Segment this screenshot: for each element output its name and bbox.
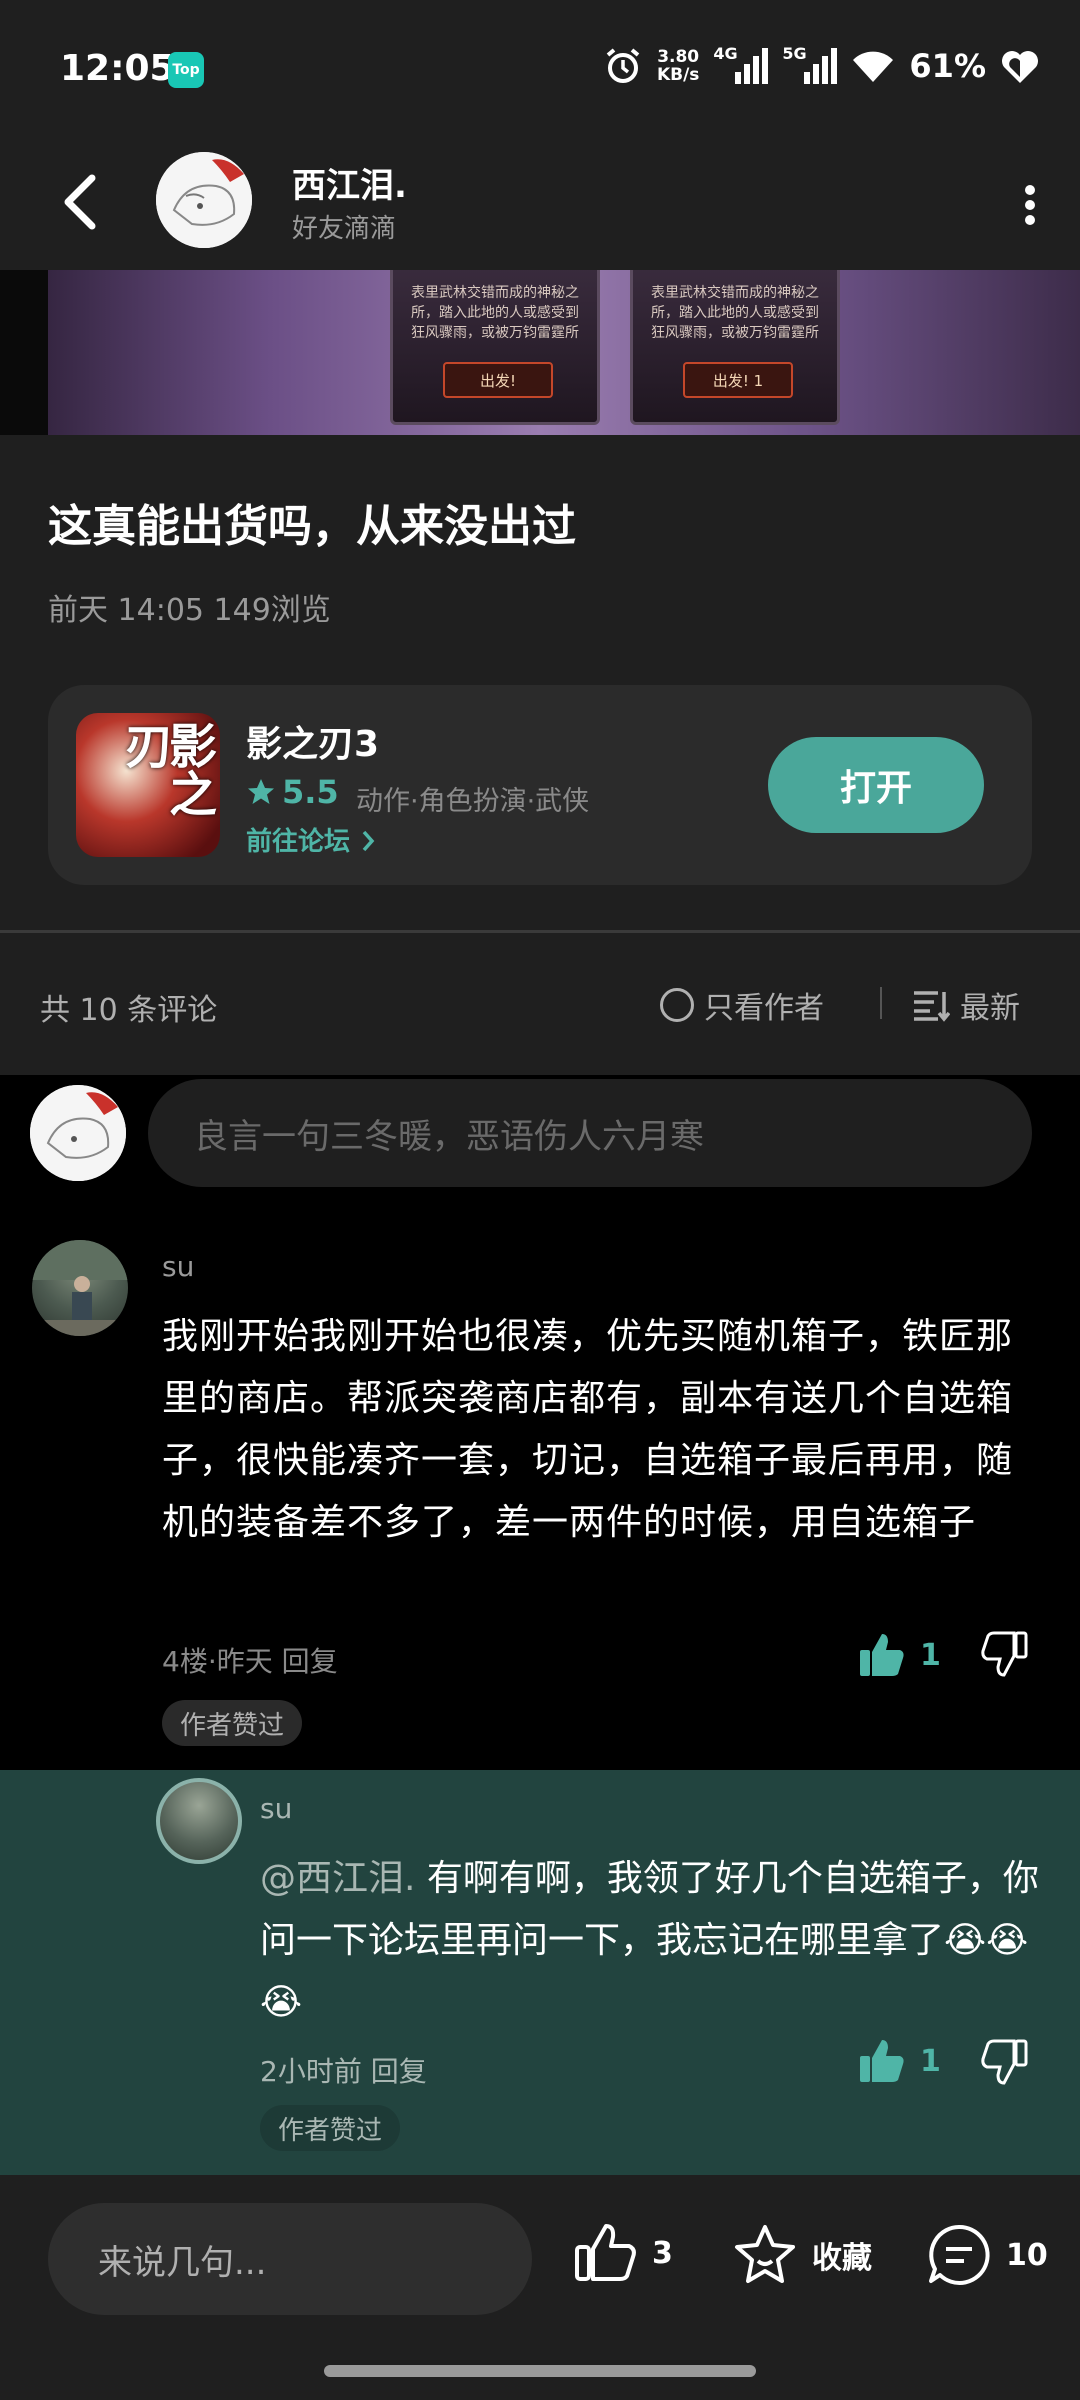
reply-mention[interactable]: @西江泪. — [260, 1858, 415, 1899]
post-like-button[interactable]: 3 — [574, 2223, 673, 2283]
forum-link[interactable]: 前往论坛 — [246, 821, 377, 858]
thumbs-down-icon[interactable] — [980, 2038, 1028, 2086]
image-card-1: 表里武林交错而成的神秘之所，踏入此地的人或感受到狂风骤雨，或被万钧雷霆所 出发! — [390, 270, 600, 425]
post-meta: 前天 14:05 149浏览 — [48, 593, 331, 628]
open-game-button[interactable]: 打开 — [768, 737, 984, 833]
comment-text: 我刚开始我刚开始也很凑，优先买随机箱子，铁匠那里的商店。帮派突袭商店都有，副本有… — [162, 1316, 1014, 1543]
game-tags: 动作·角色扮演·武侠 — [356, 786, 590, 817]
reply-like-count: 1 — [920, 2043, 941, 2079]
separator — [880, 987, 882, 1019]
home-indicator[interactable] — [324, 2365, 756, 2377]
author-liked-badge: 作者赞过 — [162, 1700, 303, 1746]
comment-bubble-icon — [929, 2224, 990, 2285]
radio-icon — [660, 988, 694, 1022]
reply-text: @西江泪. 有啊有啊，我领了好几个自选箱子，你问一下论坛里再问一下，我忘记在哪里… — [260, 1848, 1040, 2034]
comments-header: 共 10 条评论 只看作者 最新 — [0, 933, 1080, 1075]
post-like-count: 3 — [652, 2235, 673, 2271]
signal-4g-label: 4G — [713, 44, 738, 63]
comments-button[interactable]: 10 — [926, 2223, 1048, 2287]
favorite-label: 收藏 — [812, 2241, 872, 2276]
card-2-text: 表里武林交错而成的神秘之所，踏入此地的人或感受到狂风骤雨，或被万钧雷霆所 — [651, 285, 819, 341]
like-count: 1 — [920, 1637, 941, 1673]
comment-input[interactable]: 良言一句三冬暖，恶语伤人六月寒 — [148, 1079, 1032, 1187]
chevron-right-icon — [362, 830, 375, 852]
alarm-icon — [606, 48, 640, 83]
only-author-label: 只看作者 — [704, 991, 824, 1026]
cat-avatar-icon — [156, 152, 252, 248]
sort-label: 最新 — [960, 991, 1020, 1026]
thumbs-up-icon — [860, 1634, 904, 1676]
cat-avatar-icon — [30, 1085, 126, 1181]
comment-count: 共 10 条评论 — [40, 993, 218, 1028]
back-arrow-icon[interactable] — [56, 172, 106, 232]
game-rating-value: 5.5 — [282, 773, 339, 811]
battery-percent: 61% — [909, 47, 986, 85]
post-content: 这真能出货吗，从来没出过 前天 14:05 149浏览 影之刃 影之刃3 5.5… — [0, 435, 1080, 930]
post-image[interactable]: 表里武林交错而成的神秘之所，踏入此地的人或感受到狂风骤雨，或被万钧雷霆所 出发!… — [0, 270, 1080, 435]
game-card[interactable]: 影之刃 影之刃3 5.5 动作·角色扮演·武侠 前往论坛 打开 — [48, 685, 1032, 885]
say-something-input[interactable]: 来说几句... — [48, 2203, 532, 2315]
image-card-2: 表里武林交错而成的神秘之所，踏入此地的人或感受到狂风骤雨，或被万钧雷霆所 出发!… — [630, 270, 840, 425]
sort-icon — [914, 991, 950, 1022]
comment-like-button[interactable]: 1 — [858, 1632, 941, 1678]
speed-value: 3.80 — [657, 47, 700, 67]
thumbs-down-icon[interactable] — [980, 1630, 1028, 1678]
thumbs-up-icon — [860, 2040, 904, 2082]
sort-button[interactable]: 最新 — [912, 983, 1020, 1027]
card-2-button: 出发! 1 — [683, 362, 793, 398]
my-avatar — [30, 1085, 126, 1181]
network-speed: 3.80 KB/s — [657, 48, 699, 84]
favorite-button[interactable]: 收藏 — [732, 2223, 872, 2287]
forum-link-label: 前往论坛 — [246, 827, 351, 857]
reply-author-liked-badge: 作者赞过 — [260, 2105, 401, 2151]
only-author-toggle[interactable]: 只看作者 — [660, 983, 824, 1027]
clock: 12:05 — [60, 48, 175, 89]
comment-total: 10 — [1006, 2237, 1048, 2273]
speed-unit: KB/s — [656, 65, 700, 85]
commenter-name[interactable]: su — [162, 1250, 194, 1283]
top-header: 西江泪. 好友滴滴 — [0, 140, 1080, 270]
bottom-action-bar: 来说几句... 3 收藏 10 — [0, 2175, 1080, 2400]
author-avatar[interactable] — [156, 152, 252, 248]
star-outline-icon — [735, 2225, 795, 2283]
comment-meta[interactable]: 4楼·昨天 回复 — [162, 1640, 338, 1680]
image-edge — [0, 270, 48, 435]
game-icon[interactable]: 影之刃 — [76, 713, 220, 857]
person-photo-icon — [32, 1240, 128, 1336]
signal-4g-icon: 4G — [713, 44, 769, 84]
battery-heart-icon — [1002, 51, 1038, 83]
star-icon — [248, 779, 274, 804]
thumbs-up-outline-icon — [575, 2224, 636, 2281]
reply-meta[interactable]: 2小时前 回复 — [260, 2050, 427, 2090]
reply-like-button[interactable]: 1 — [858, 2038, 941, 2084]
reply-avatar[interactable] — [156, 1778, 242, 1864]
commenter-avatar[interactable] — [32, 1240, 128, 1336]
comments-section: 良言一句三冬暖，恶语伤人六月寒 su 我刚开始我刚开始也很凑，优先买随机箱子，铁… — [0, 1075, 1080, 2175]
card-1-button: 出发! — [443, 362, 553, 398]
top-app-icon: Top — [168, 52, 204, 88]
author-subtitle: 好友滴滴 — [292, 214, 397, 244]
reply-item: su @西江泪. 有啊有啊，我领了好几个自选箱子，你问一下论坛里再问一下，我忘记… — [0, 1770, 1080, 2175]
comment-input-row: 良言一句三冬暖，恶语伤人六月寒 — [0, 1075, 1080, 1195]
wifi-icon — [853, 51, 894, 82]
author-name[interactable]: 西江泪. — [292, 158, 407, 207]
game-icon-text: 影之刃 — [116, 721, 216, 817]
status-indicators: 3.80 KB/s 4G 5G 61% — [603, 44, 1040, 86]
signal-5g-label: 5G — [782, 44, 807, 63]
card-1-text: 表里武林交错而成的神秘之所，踏入此地的人或感受到狂风骤雨，或被万钧雷霆所 — [411, 285, 579, 341]
post-title: 这真能出货吗，从来没出过 — [48, 501, 576, 552]
status-bar: 12:05 Top 3.80 KB/s 4G 5G 61% — [0, 0, 1080, 140]
game-rating: 5.5 — [246, 773, 339, 811]
game-name[interactable]: 影之刃3 — [246, 715, 379, 767]
signal-5g-icon: 5G — [782, 44, 838, 84]
more-options-icon[interactable] — [1020, 180, 1040, 230]
reply-user[interactable]: su — [260, 1792, 292, 1825]
